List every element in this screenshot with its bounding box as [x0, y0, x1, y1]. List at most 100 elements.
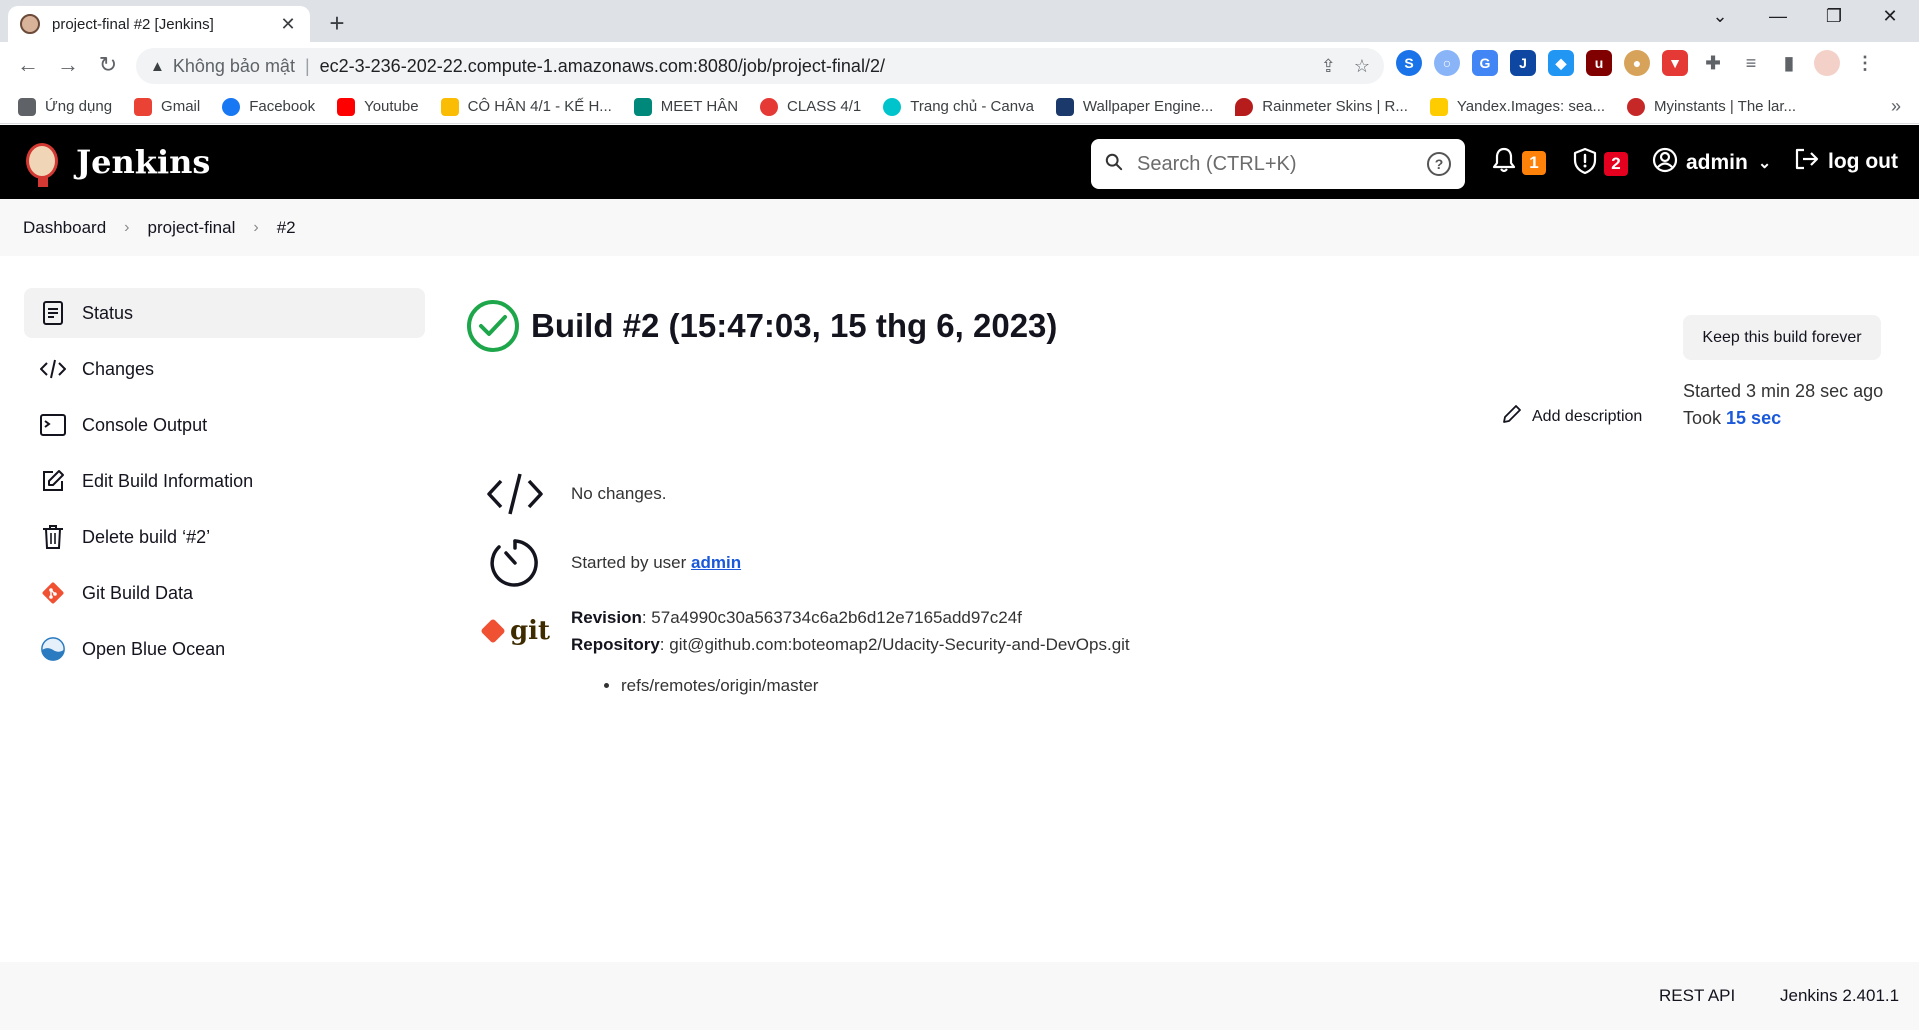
revision-label: Revision: [571, 608, 642, 627]
bookmark-item[interactable]: CÔ HÂN 4/1 - KẾ H...: [440, 97, 612, 116]
extension-ublock-icon[interactable]: u: [1586, 50, 1612, 76]
extensions-row: S ○ G J ◆ u ● ▼ ✚ ≡ ▮ ⋮: [1396, 50, 1878, 76]
bookmark-item[interactable]: Facebook: [222, 97, 315, 116]
task-label: Status: [82, 302, 134, 323]
task-edit-build-information[interactable]: Edit Build Information: [24, 456, 425, 506]
browser-menu-icon[interactable]: ⋮: [1852, 50, 1878, 76]
address-bar[interactable]: ▲ Không bảo mật | ec2-3-236-202-22.compu…: [136, 48, 1384, 84]
bell-icon: [1492, 147, 1516, 179]
pencil-icon: [1502, 404, 1522, 429]
close-window-icon[interactable]: ✕: [1867, 6, 1913, 27]
logout-button[interactable]: log out: [1794, 147, 1898, 177]
side-panel-icon[interactable]: ▮: [1776, 50, 1802, 76]
git-refs-list: refs/remotes/origin/master: [621, 672, 1130, 699]
tab-title: project-final #2 [Jenkins]: [52, 15, 214, 33]
bookmarks-bar: Ứng dụng Gmail Facebook Youtube CÔ HÂN 4…: [0, 90, 1919, 124]
minimize-icon[interactable]: —: [1755, 6, 1801, 27]
add-description-button[interactable]: Add description: [1502, 404, 1642, 429]
jenkins-butler-icon: [22, 137, 62, 187]
started-ago: Started 3 min 28 sec ago: [1683, 381, 1884, 401]
extensions-puzzle-icon[interactable]: ✚: [1700, 50, 1726, 76]
task-label: Git Build Data: [82, 582, 194, 603]
reload-icon[interactable]: ↻: [94, 52, 122, 78]
task-label: Console Output: [82, 414, 208, 435]
bookmark-star-icon[interactable]: ☆: [1354, 56, 1370, 77]
user-link[interactable]: admin: [691, 553, 741, 572]
search-box[interactable]: ?: [1091, 139, 1465, 189]
bookmark-item[interactable]: Youtube: [337, 97, 419, 116]
back-icon[interactable]: ←: [14, 52, 42, 78]
task-open-blue-ocean[interactable]: Open Blue Ocean: [24, 624, 425, 674]
bookmark-label: Youtube: [364, 98, 419, 115]
url-text[interactable]: ec2-3-236-202-22.compute-1.amazonaws.com…: [320, 56, 1303, 77]
took-duration: Took 15 sec: [1683, 405, 1883, 432]
extension-shield-icon[interactable]: ▼: [1662, 50, 1688, 76]
insecure-label[interactable]: Không bảo mật: [173, 56, 295, 77]
extension-translate-icon[interactable]: G: [1472, 50, 1498, 76]
bookmark-item[interactable]: Trang chủ - Canva: [883, 97, 1034, 116]
bookmark-label: Ứng dụng: [45, 98, 113, 115]
warning-icon[interactable]: ▲: [150, 58, 165, 75]
close-tab-icon[interactable]: ✕: [278, 14, 298, 35]
rest-api-link[interactable]: REST API: [1659, 986, 1735, 1006]
bookmark-item[interactable]: Yandex.Images: sea...: [1429, 97, 1606, 116]
started-by-label: Started by user: [571, 553, 692, 572]
search-input[interactable]: [1137, 152, 1427, 176]
extension-drop-icon[interactable]: ◆: [1548, 50, 1574, 76]
bookmark-item[interactable]: Ứng dụng: [18, 97, 113, 116]
bookmark-label: CLASS 4/1: [787, 98, 862, 115]
task-git-build-data[interactable]: Git Build Data: [24, 568, 425, 618]
bookmark-item[interactable]: CLASS 4/1: [760, 97, 862, 116]
bookmark-label: Trang chủ - Canva: [910, 98, 1034, 115]
extension-cookie-icon[interactable]: ●: [1624, 50, 1650, 76]
task-status[interactable]: Status: [24, 288, 425, 338]
bookmark-item[interactable]: Gmail: [134, 97, 200, 116]
task-changes[interactable]: Changes: [24, 344, 425, 394]
notifications-button[interactable]: 1: [1492, 147, 1546, 179]
chevron-right-icon: ›: [124, 218, 130, 236]
yandex-images-icon: [1429, 97, 1448, 116]
repository-label: Repository: [571, 635, 660, 654]
bookmark-item[interactable]: Rainmeter Skins | R...: [1235, 97, 1408, 116]
breadcrumb-build[interactable]: #2: [277, 218, 296, 238]
took-label: Took: [1683, 408, 1727, 428]
status-icon: [40, 300, 66, 326]
browser-tab[interactable]: project-final #2 [Jenkins] ✕: [8, 6, 310, 42]
restore-icon[interactable]: ❐: [1811, 6, 1857, 27]
bookmark-item[interactable]: Wallpaper Engine...: [1055, 97, 1213, 116]
forward-icon[interactable]: →: [54, 52, 82, 78]
jenkins-logo[interactable]: Jenkins: [22, 137, 210, 187]
share-icon[interactable]: ⇪: [1321, 56, 1336, 77]
cause-summary: Started by user admin: [485, 535, 741, 591]
bookmark-item[interactable]: Myinstants | The lar...: [1627, 97, 1796, 116]
logout-icon: [1794, 147, 1820, 177]
took-value-link[interactable]: 15 sec: [1726, 408, 1781, 428]
task-label: Changes: [82, 358, 155, 379]
apps-grid-icon: [18, 97, 36, 116]
profile-avatar[interactable]: [1814, 50, 1840, 76]
bookmark-label: Yandex.Images: sea...: [1456, 98, 1606, 115]
heart-icon: [760, 97, 779, 116]
new-tab-button[interactable]: +: [322, 8, 352, 39]
extension-j-icon[interactable]: J: [1510, 50, 1536, 76]
jenkins-version-link[interactable]: Jenkins 2.401.1: [1780, 986, 1899, 1006]
task-console-output[interactable]: Console Output: [24, 400, 425, 450]
media-control-icon[interactable]: ≡: [1738, 50, 1764, 76]
security-button[interactable]: 2: [1572, 147, 1628, 181]
breadcrumb-dashboard[interactable]: Dashboard: [23, 218, 106, 238]
user-menu[interactable]: admin ⌄: [1652, 147, 1771, 179]
extension-shazam-icon[interactable]: S: [1396, 50, 1422, 76]
page-title: Build #2 (15:47:03, 15 thg 6, 2023): [531, 307, 1058, 344]
bookmark-item[interactable]: MEET HÂN: [633, 97, 738, 116]
tab-search-icon[interactable]: ⌄: [1697, 6, 1743, 27]
extension-lens-icon[interactable]: ○: [1434, 50, 1460, 76]
keep-build-forever-button[interactable]: Keep this build forever: [1683, 315, 1881, 360]
changes-summary: No changes.: [485, 466, 666, 522]
task-delete-build[interactable]: Delete build ‘#2’: [24, 512, 425, 562]
list-item: refs/remotes/origin/master: [621, 672, 1130, 699]
bookmarks-overflow-icon[interactable]: »: [1891, 96, 1901, 117]
revision-line: Revision: 57a4990c30a563734c6a2b6d12e716…: [571, 604, 1130, 631]
timer-icon: [485, 535, 545, 591]
search-help-icon[interactable]: ?: [1427, 152, 1451, 176]
breadcrumb-project[interactable]: project-final: [148, 218, 236, 238]
